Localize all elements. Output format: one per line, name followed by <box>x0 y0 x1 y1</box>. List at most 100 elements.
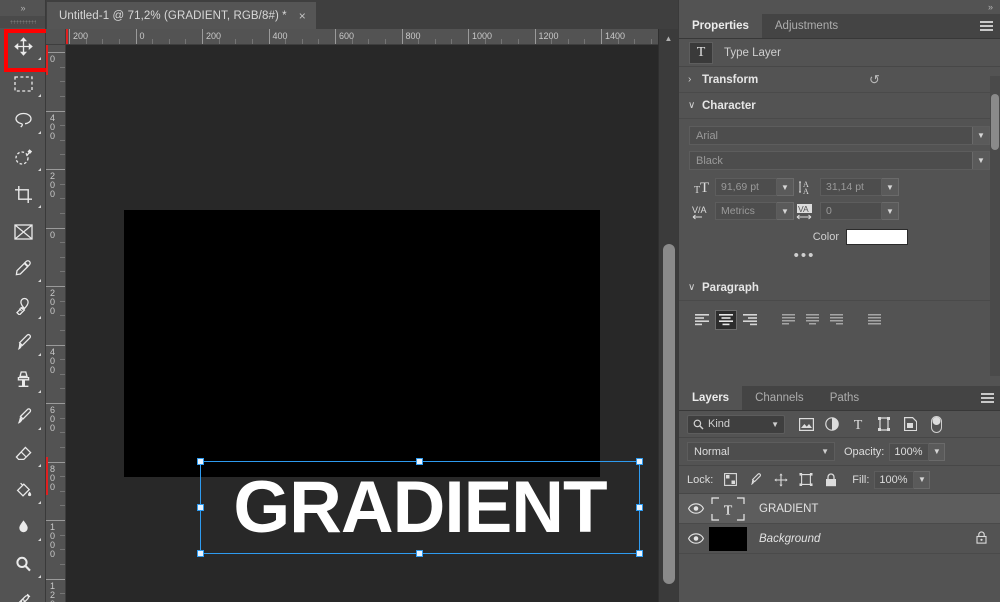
smart-object-filter-icon[interactable] <box>897 417 923 431</box>
layer-visibility-icon[interactable] <box>685 533 707 544</box>
handle-top-center[interactable] <box>416 458 423 465</box>
properties-scrollbar[interactable] <box>990 76 1000 376</box>
lock-artboard-nesting-icon[interactable] <box>793 473 818 486</box>
chevron-down-icon[interactable]: ▼ <box>972 152 989 169</box>
type-layer-filter-icon[interactable]: T <box>845 417 871 431</box>
layer-kind-filter[interactable]: Kind ▼ <box>687 414 785 434</box>
chevron-right-icon[interactable]: › <box>688 74 702 85</box>
tab-layers[interactable]: Layers <box>679 386 743 410</box>
lock-all-icon[interactable] <box>818 472 843 487</box>
chevron-down-icon[interactable]: ▼ <box>821 447 829 456</box>
chevron-down-icon[interactable]: ∨ <box>688 282 702 293</box>
leading-field[interactable]: AA 31,14 pt ▼ <box>794 176 899 198</box>
filter-toggle-icon[interactable] <box>923 415 949 433</box>
panel-menu-icon[interactable] <box>981 393 994 403</box>
shape-layer-filter-icon[interactable] <box>871 417 897 431</box>
justify-all-button[interactable] <box>863 310 885 330</box>
layer-visibility-icon[interactable] <box>685 503 707 514</box>
clone-stamp-tool[interactable] <box>0 361 46 398</box>
align-center-button[interactable] <box>715 310 737 330</box>
more-options-icon[interactable]: ••• <box>794 248 816 263</box>
close-icon[interactable]: × <box>299 10 306 22</box>
leading-value[interactable]: 31,14 pt <box>820 178 882 196</box>
handle-bottom-left[interactable] <box>197 550 204 557</box>
font-style-select[interactable]: Black ▼ <box>689 151 990 170</box>
blend-mode-select[interactable]: Normal ▼ <box>687 442 835 461</box>
ruler-corner[interactable] <box>46 29 66 45</box>
layer-row-gradient[interactable]: T GRADIENT <box>679 494 1000 524</box>
handle-middle-right[interactable] <box>636 503 643 511</box>
spot-healing-brush-tool[interactable] <box>0 287 46 324</box>
chevron-down-icon[interactable]: ▼ <box>777 178 794 196</box>
handle-top-right[interactable] <box>636 458 643 465</box>
align-right-button[interactable] <box>739 310 761 330</box>
handle-middle-left[interactable] <box>197 503 204 511</box>
font-family-select[interactable]: Arial ▼ <box>689 126 990 145</box>
horizontal-ruler[interactable]: 20002004006008001000120014001600 <box>66 29 658 45</box>
brush-tool[interactable] <box>0 324 46 361</box>
dodge-tool[interactable] <box>0 546 46 583</box>
opacity-value[interactable]: 100% <box>889 442 930 461</box>
right-dock-collapse[interactable]: » <box>679 0 1000 14</box>
tracking-value[interactable]: 0 <box>820 202 882 220</box>
move-tool[interactable] <box>0 28 50 72</box>
collapse-arrows-icon[interactable]: » <box>988 2 993 12</box>
handle-bottom-center[interactable] <box>416 550 423 557</box>
tab-paths[interactable]: Paths <box>816 386 873 410</box>
chevron-down-icon[interactable]: ▼ <box>777 202 794 220</box>
eraser-tool[interactable] <box>0 435 46 472</box>
rectangular-marquee-tool[interactable] <box>0 65 46 102</box>
align-left-button[interactable] <box>691 310 713 330</box>
toolbar-collapse-button[interactable]: » <box>0 0 45 16</box>
layer-lock-icon[interactable] <box>976 530 987 547</box>
chevron-down-icon[interactable]: ▼ <box>929 442 946 461</box>
object-selection-tool[interactable] <box>0 139 46 176</box>
blur-tool[interactable] <box>0 509 46 546</box>
pen-tool[interactable] <box>0 583 46 602</box>
chevron-down-icon[interactable]: ▼ <box>882 202 899 220</box>
kerning-value[interactable]: Metrics <box>715 202 777 220</box>
toolbar-drag-handle[interactable] <box>0 16 45 28</box>
layer-name[interactable]: GRADIENT <box>759 503 818 515</box>
lock-transparent-pixels-icon[interactable] <box>718 473 743 486</box>
chevron-down-icon[interactable]: ▼ <box>771 420 779 429</box>
font-size-field[interactable]: TT 91,69 pt ▼ <box>689 176 794 198</box>
fill-value[interactable]: 100% <box>874 470 915 489</box>
tab-channels[interactable]: Channels <box>742 386 817 410</box>
handle-bottom-right[interactable] <box>636 550 643 557</box>
chevron-down-icon[interactable]: ∨ <box>688 100 702 111</box>
section-character[interactable]: ∨ Character <box>679 93 1000 119</box>
vertical-ruler[interactable]: 0 400 200 0 200 400 600 800 1000 1200 <box>46 45 66 602</box>
scroll-up-icon[interactable]: ▲ <box>659 29 678 47</box>
justify-last-right-button[interactable] <box>825 310 847 330</box>
tracking-field[interactable]: VA 0 ▼ <box>794 200 899 222</box>
kerning-field[interactable]: V/A Metrics ▼ <box>689 200 794 222</box>
section-transform[interactable]: › Transform ↺ <box>679 67 1000 93</box>
lock-image-pixels-icon[interactable] <box>743 472 768 487</box>
reset-icon[interactable]: ↺ <box>869 72 880 88</box>
frame-tool[interactable] <box>0 213 46 250</box>
lock-position-icon[interactable] <box>768 472 793 487</box>
document-tab[interactable]: Untitled-1 @ 71,2% (GRADIENT, RGB/8#) * … <box>47 2 316 29</box>
scrollbar-thumb[interactable] <box>663 244 675 584</box>
adjustment-layer-filter-icon[interactable] <box>819 417 845 431</box>
canvas-viewport[interactable]: GRADIENT <box>66 45 658 602</box>
eyedropper-tool[interactable] <box>0 250 46 287</box>
history-brush-tool[interactable] <box>0 398 46 435</box>
layer-name[interactable]: Background <box>759 533 820 545</box>
chevron-down-icon[interactable]: ▼ <box>914 470 931 489</box>
font-size-value[interactable]: 91,69 pt <box>715 178 777 196</box>
pixel-layer-filter-icon[interactable] <box>793 417 819 431</box>
transform-selection-box[interactable] <box>197 458 643 557</box>
chevron-down-icon[interactable]: ▼ <box>882 178 899 196</box>
text-color-swatch[interactable] <box>846 229 908 245</box>
justify-last-center-button[interactable] <box>801 310 823 330</box>
tab-properties[interactable]: Properties <box>679 14 762 38</box>
justify-last-left-button[interactable] <box>777 310 799 330</box>
layer-row-background[interactable]: Background <box>679 524 1000 554</box>
canvas-vertical-scrollbar[interactable]: ▲ <box>658 29 678 602</box>
panel-menu-icon[interactable] <box>980 21 993 31</box>
section-paragraph[interactable]: ∨ Paragraph <box>679 275 1000 301</box>
chevron-down-icon[interactable]: ▼ <box>972 127 989 144</box>
crop-tool[interactable] <box>0 176 46 213</box>
